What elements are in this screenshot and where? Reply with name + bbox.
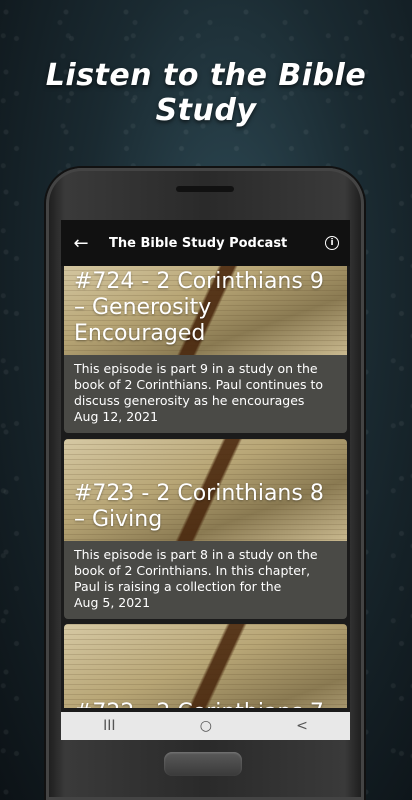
app-title: The Bible Study Podcast xyxy=(109,235,288,251)
home-icon[interactable]: ○ xyxy=(200,718,212,734)
info-icon: i xyxy=(325,236,339,250)
app-bar: ← The Bible Study Podcast i xyxy=(61,220,350,266)
episode-description: This episode is part 9 in a study on the… xyxy=(74,361,324,408)
system-nav-bar: III ○ < xyxy=(61,712,350,740)
episode-date: Aug 5, 2021 xyxy=(74,595,151,610)
episode-title: #724 - 2 Corinthians 9 – Generosity Enco… xyxy=(74,269,324,346)
episode-title: #723 - 2 Corinthians 8 – Giving xyxy=(74,481,324,532)
episode-title: #722 - 2 Corinthians 7 – Paul’s Joy xyxy=(74,700,339,708)
back-icon[interactable]: < xyxy=(296,718,308,734)
episode-body: This episode is part 8 in a study on the… xyxy=(64,541,347,619)
recents-icon[interactable]: III xyxy=(103,718,115,734)
episode-body: This episode is part 9 in a study on the… xyxy=(64,355,347,433)
episode-list: #724 - 2 Corinthians 9 – Generosity Enco… xyxy=(61,266,350,708)
back-arrow-icon[interactable]: ← xyxy=(61,233,101,254)
episode-thumbnail: #724 - 2 Corinthians 9 – Generosity Enco… xyxy=(64,266,347,355)
info-button[interactable]: i xyxy=(314,236,350,250)
episode-card[interactable]: #723 - 2 Corinthians 8 – Giving This epi… xyxy=(64,439,347,619)
episode-date: Aug 12, 2021 xyxy=(74,409,159,424)
episode-description: This episode is part 8 in a study on the… xyxy=(74,547,318,594)
episode-thumbnail: #723 - 2 Corinthians 8 – Giving xyxy=(64,439,347,541)
phone-home-button xyxy=(164,752,242,776)
app-screen: ← The Bible Study Podcast i #724 - 2 Cor… xyxy=(61,220,350,740)
episode-card[interactable]: #722 - 2 Corinthians 7 – Paul’s Joy xyxy=(64,624,347,708)
phone-speaker xyxy=(176,186,234,192)
promo-headline: Listen to the Bible Study xyxy=(45,58,367,128)
episode-thumbnail: #722 - 2 Corinthians 7 – Paul’s Joy xyxy=(64,624,347,708)
episode-card[interactable]: #724 - 2 Corinthians 9 – Generosity Enco… xyxy=(64,266,347,433)
